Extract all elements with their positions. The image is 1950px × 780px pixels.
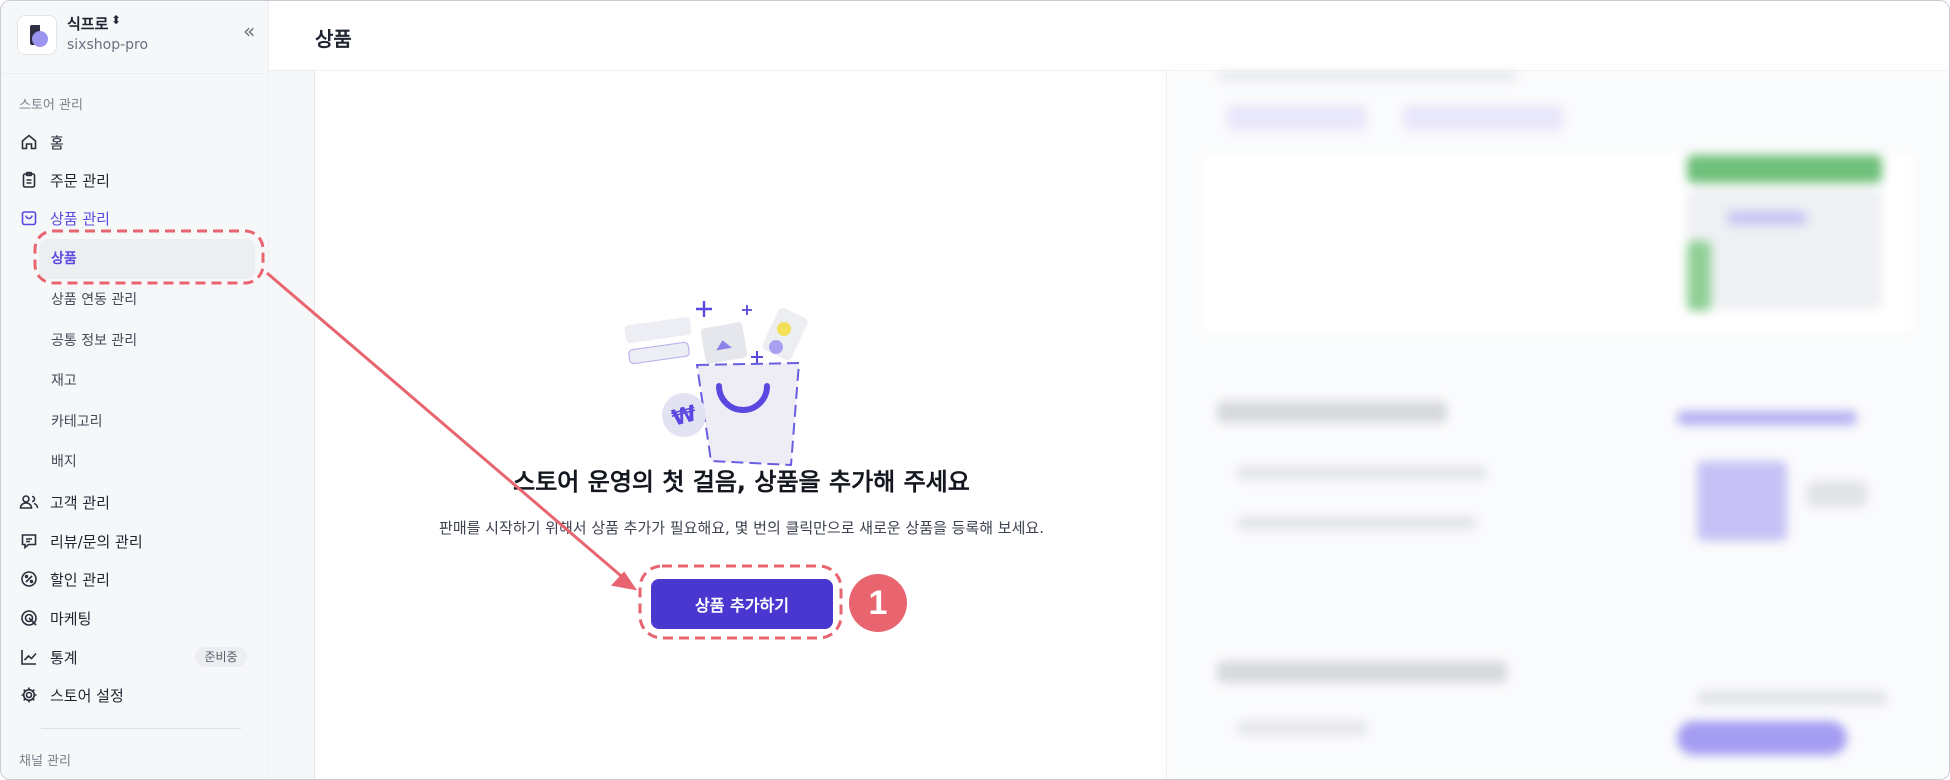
empty-state-description: 판매를 시작하기 위해서 상품 추가가 필요해요, 몇 번의 클릭만으로 새로운… (439, 519, 1044, 537)
divider (41, 728, 241, 729)
sidebar-item-home[interactable]: 홈 (19, 127, 249, 157)
blurred-preview-panel (1167, 71, 1949, 779)
empty-state-panel: ₩ 스토어 운영의 첫 걸음, 상품을 추가해 주세요 판매를 시작하기 위해서… (314, 71, 1167, 779)
sidebar-item-label: 고객 관리 (50, 493, 110, 512)
store-name: 식프로 (67, 15, 109, 33)
sidebar: 식프로 ⬍ sixshop-pro « 스토어 관리 홈 주문 관리 상품 관리 (1, 1, 269, 779)
users-icon (19, 492, 39, 512)
sidebar-item-label: 상품 관리 (50, 209, 110, 228)
sidebar-item-products[interactable]: 상품 관리 (19, 203, 249, 233)
step-number-badge: 1 (849, 574, 907, 632)
section-title-store: 스토어 관리 (19, 98, 83, 113)
sort-caret-icon: ⬍ (111, 13, 122, 27)
sidebar-subitem-inventory[interactable]: 재고 (51, 369, 77, 393)
sidebar-item-reviews[interactable]: 리뷰/문의 관리 (19, 526, 249, 556)
message-icon (19, 531, 39, 551)
sidebar-subitem-common-info[interactable]: 공통 정보 관리 (51, 329, 137, 353)
sidebar-item-orders[interactable]: 주문 관리 (19, 165, 249, 195)
target-icon (19, 608, 39, 628)
clipboard-icon (19, 170, 39, 190)
sidebar-item-settings[interactable]: 스토어 설정 (19, 680, 249, 710)
content-gutter (269, 71, 315, 779)
store-switcher[interactable]: 식프로 ⬍ sixshop-pro (13, 11, 263, 63)
store-logo (17, 15, 57, 55)
sidebar-subitem-badge[interactable]: 배지 (51, 450, 77, 474)
sidebar-item-discounts[interactable]: 할인 관리 (19, 564, 249, 594)
sidebar-item-label: 주문 관리 (50, 171, 110, 190)
page-title: 상품 (315, 27, 352, 51)
shopping-bag-icon (19, 208, 39, 228)
status-badge: 준비중 (195, 647, 247, 667)
chart-line-icon (19, 647, 39, 667)
app-window: 식프로 ⬍ sixshop-pro « 스토어 관리 홈 주문 관리 상품 관리 (0, 0, 1950, 780)
sidebar-item-marketing[interactable]: 마케팅 (19, 603, 249, 633)
sidebar-item-label: 리뷰/문의 관리 (50, 532, 143, 551)
sidebar-item-customers[interactable]: 고객 관리 (19, 487, 249, 517)
store-domain: sixshop-pro (67, 37, 149, 53)
sidebar-item-label: 할인 관리 (50, 570, 110, 589)
section-title-channel: 채널 관리 (19, 754, 71, 769)
collapse-sidebar-icon[interactable]: « (243, 21, 255, 41)
home-icon (19, 132, 39, 152)
sidebar-item-label: 통계 (50, 648, 78, 667)
header: 상품 (269, 1, 1949, 71)
divider (1, 73, 269, 74)
gear-icon (19, 685, 39, 705)
sidebar-subitem-category[interactable]: 카테고리 (51, 410, 103, 434)
sidebar-item-label: 마케팅 (50, 609, 92, 628)
add-product-button[interactable]: 상품 추가하기 (651, 579, 833, 629)
sidebar-subitem-products[interactable]: 상품 (51, 247, 77, 271)
sidebar-item-label: 스토어 설정 (50, 686, 124, 705)
percent-icon (19, 569, 39, 589)
empty-state-title: 스토어 운영의 첫 걸음, 상품을 추가해 주세요 (513, 468, 970, 496)
empty-products-illustration: ₩ (624, 301, 808, 467)
sidebar-subitem-product-sync[interactable]: 상품 연동 관리 (51, 288, 137, 312)
sidebar-item-label: 홈 (50, 133, 64, 152)
